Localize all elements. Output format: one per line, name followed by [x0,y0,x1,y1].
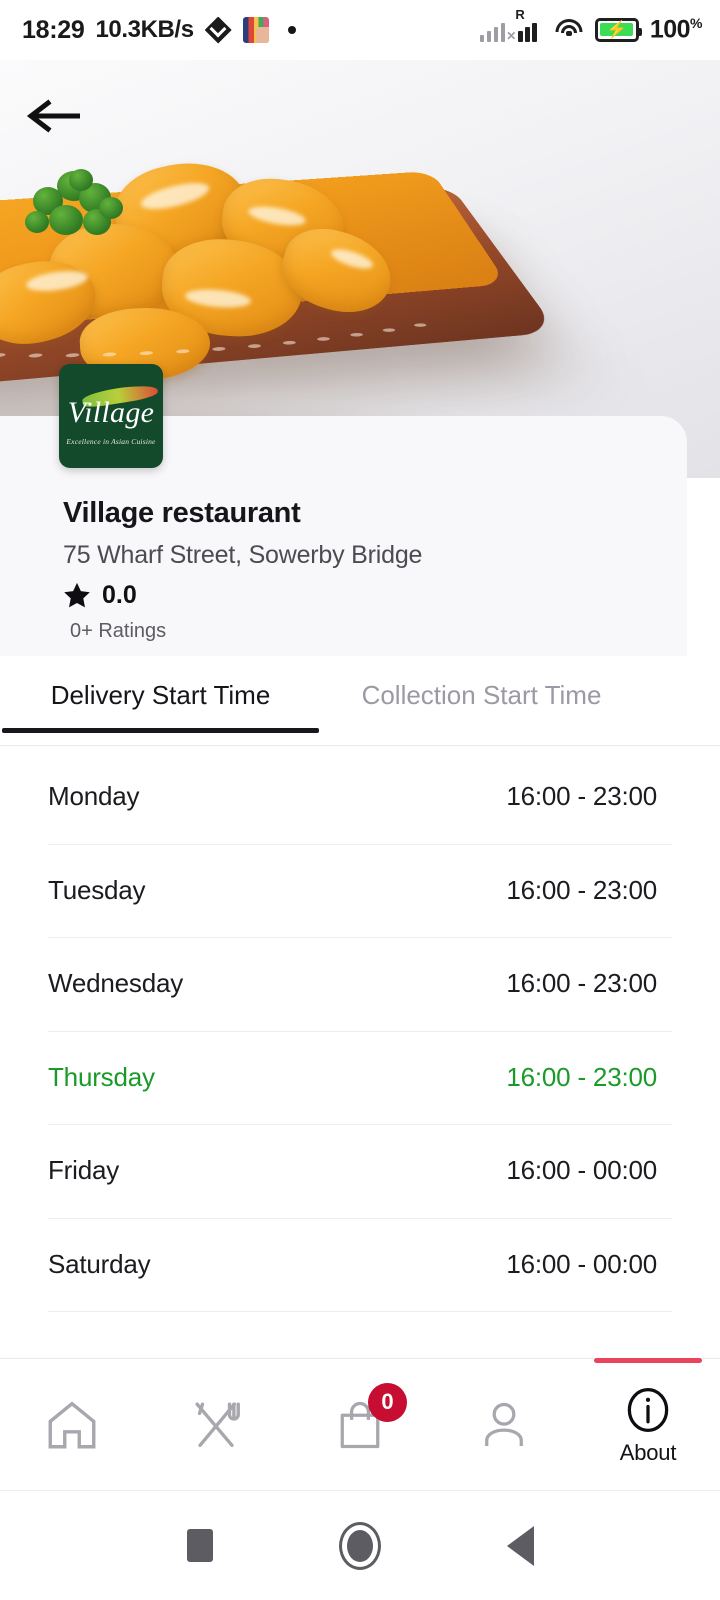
table-row: Tuesday 16:00 - 23:00 [0,843,720,938]
wifi-icon [555,18,584,41]
schedule-day: Wednesday [48,968,184,999]
rating-row: 0.0 [62,581,137,610]
parsley-garnish [25,167,135,247]
bottom-navigation: 0 About [0,1358,720,1490]
photo-gallery-icon [242,17,269,43]
schedule-divider [48,1311,672,1312]
table-row: Wednesday 16:00 - 23:00 [0,937,720,1031]
nav-item-cart[interactable]: 0 [288,1359,432,1490]
restaurant-name: Village restaurant [63,497,301,529]
schedule-day: Thursday [48,1061,155,1092]
cart-badge: 0 [368,1382,407,1422]
schedule-time: 16:00 - 23:00 [506,781,657,812]
tab-collection-start-time[interactable]: Collection Start Time [321,680,642,733]
triangle-back-icon[interactable] [506,1525,534,1566]
circle-home-icon[interactable] [338,1521,381,1570]
schedule-list: Monday 16:00 - 23:00 Tuesday 16:00 - 23:… [0,750,720,1350]
schedule-time: 16:00 - 23:00 [506,968,657,999]
table-row: Monday 16:00 - 23:00 [0,750,720,844]
shopping-bag-icon: 0 [332,1382,407,1454]
tab-delivery-start-time[interactable]: Delivery Start Time [0,680,321,733]
logo-tagline: Excellence in Asian Cuisine [66,437,156,446]
nav-item-menu[interactable] [144,1359,288,1490]
logo-wordmark: Village [67,396,155,429]
status-bar-left: 18:29 10.3KB/s [22,16,296,45]
battery-percent-value: 100 [649,15,691,44]
home-icon [41,1396,103,1454]
status-bar-right: R ⚡ 100% [479,7,703,44]
back-arrow-icon [26,99,80,133]
table-row: Friday 16:00 - 00:00 [0,1124,720,1218]
nav-item-profile[interactable] [432,1359,576,1490]
battery-charging-icon: ⚡ [594,17,642,42]
roaming-label: R [515,6,525,22]
schedule-time: 16:00 - 00:00 [506,1155,657,1186]
person-icon [476,1396,532,1454]
table-row: Saturday 16:00 - 00:00 [0,1217,720,1312]
notification-dot-icon [287,26,296,34]
restaurant-address: 75 Wharf Street, Sowerby Bridge [63,541,423,569]
network-speed: 10.3KB/s [95,16,194,43]
info-icon [622,1384,674,1436]
status-bar: 18:29 10.3KB/s R ⚡ 100% [0,0,720,60]
schedule-day: Tuesday [48,874,146,905]
download-manager-icon [204,16,232,44]
nav-label-about: About [619,1439,677,1465]
back-button[interactable] [26,92,86,140]
android-system-nav [0,1490,720,1600]
nav-item-home[interactable] [0,1359,144,1490]
percent-symbol: % [690,15,702,32]
schedule-time: 16:00 - 23:00 [506,874,657,905]
ratings-count: 0+ Ratings [70,620,167,642]
status-time: 18:29 [22,15,85,44]
signal-no-service-icon [479,18,516,43]
signal-roaming-icon: R [515,7,544,42]
table-row-today: Thursday 16:00 - 23:00 [0,1030,720,1125]
schedule-day: Friday [48,1155,120,1186]
schedule-tabs: Delivery Start Time Collection Start Tim… [0,656,720,746]
schedule-time: 16:00 - 00:00 [506,1248,657,1279]
star-icon [64,582,90,608]
schedule-day: Saturday [48,1248,151,1279]
schedule-time: 16:00 - 23:00 [506,1061,657,1092]
battery-percent: 100% [649,15,703,44]
rating-value: 0.0 [102,581,137,609]
active-tab-indicator [594,1358,702,1363]
schedule-day: Monday [48,781,140,812]
nav-item-about[interactable]: About [576,1358,720,1490]
restaurant-info-card: Village Excellence in Asian Cuisine Vill… [0,364,687,656]
cutlery-icon [187,1396,245,1454]
restaurant-logo: Village Excellence in Asian Cuisine [59,364,163,468]
square-recents-icon[interactable] [186,1529,213,1562]
